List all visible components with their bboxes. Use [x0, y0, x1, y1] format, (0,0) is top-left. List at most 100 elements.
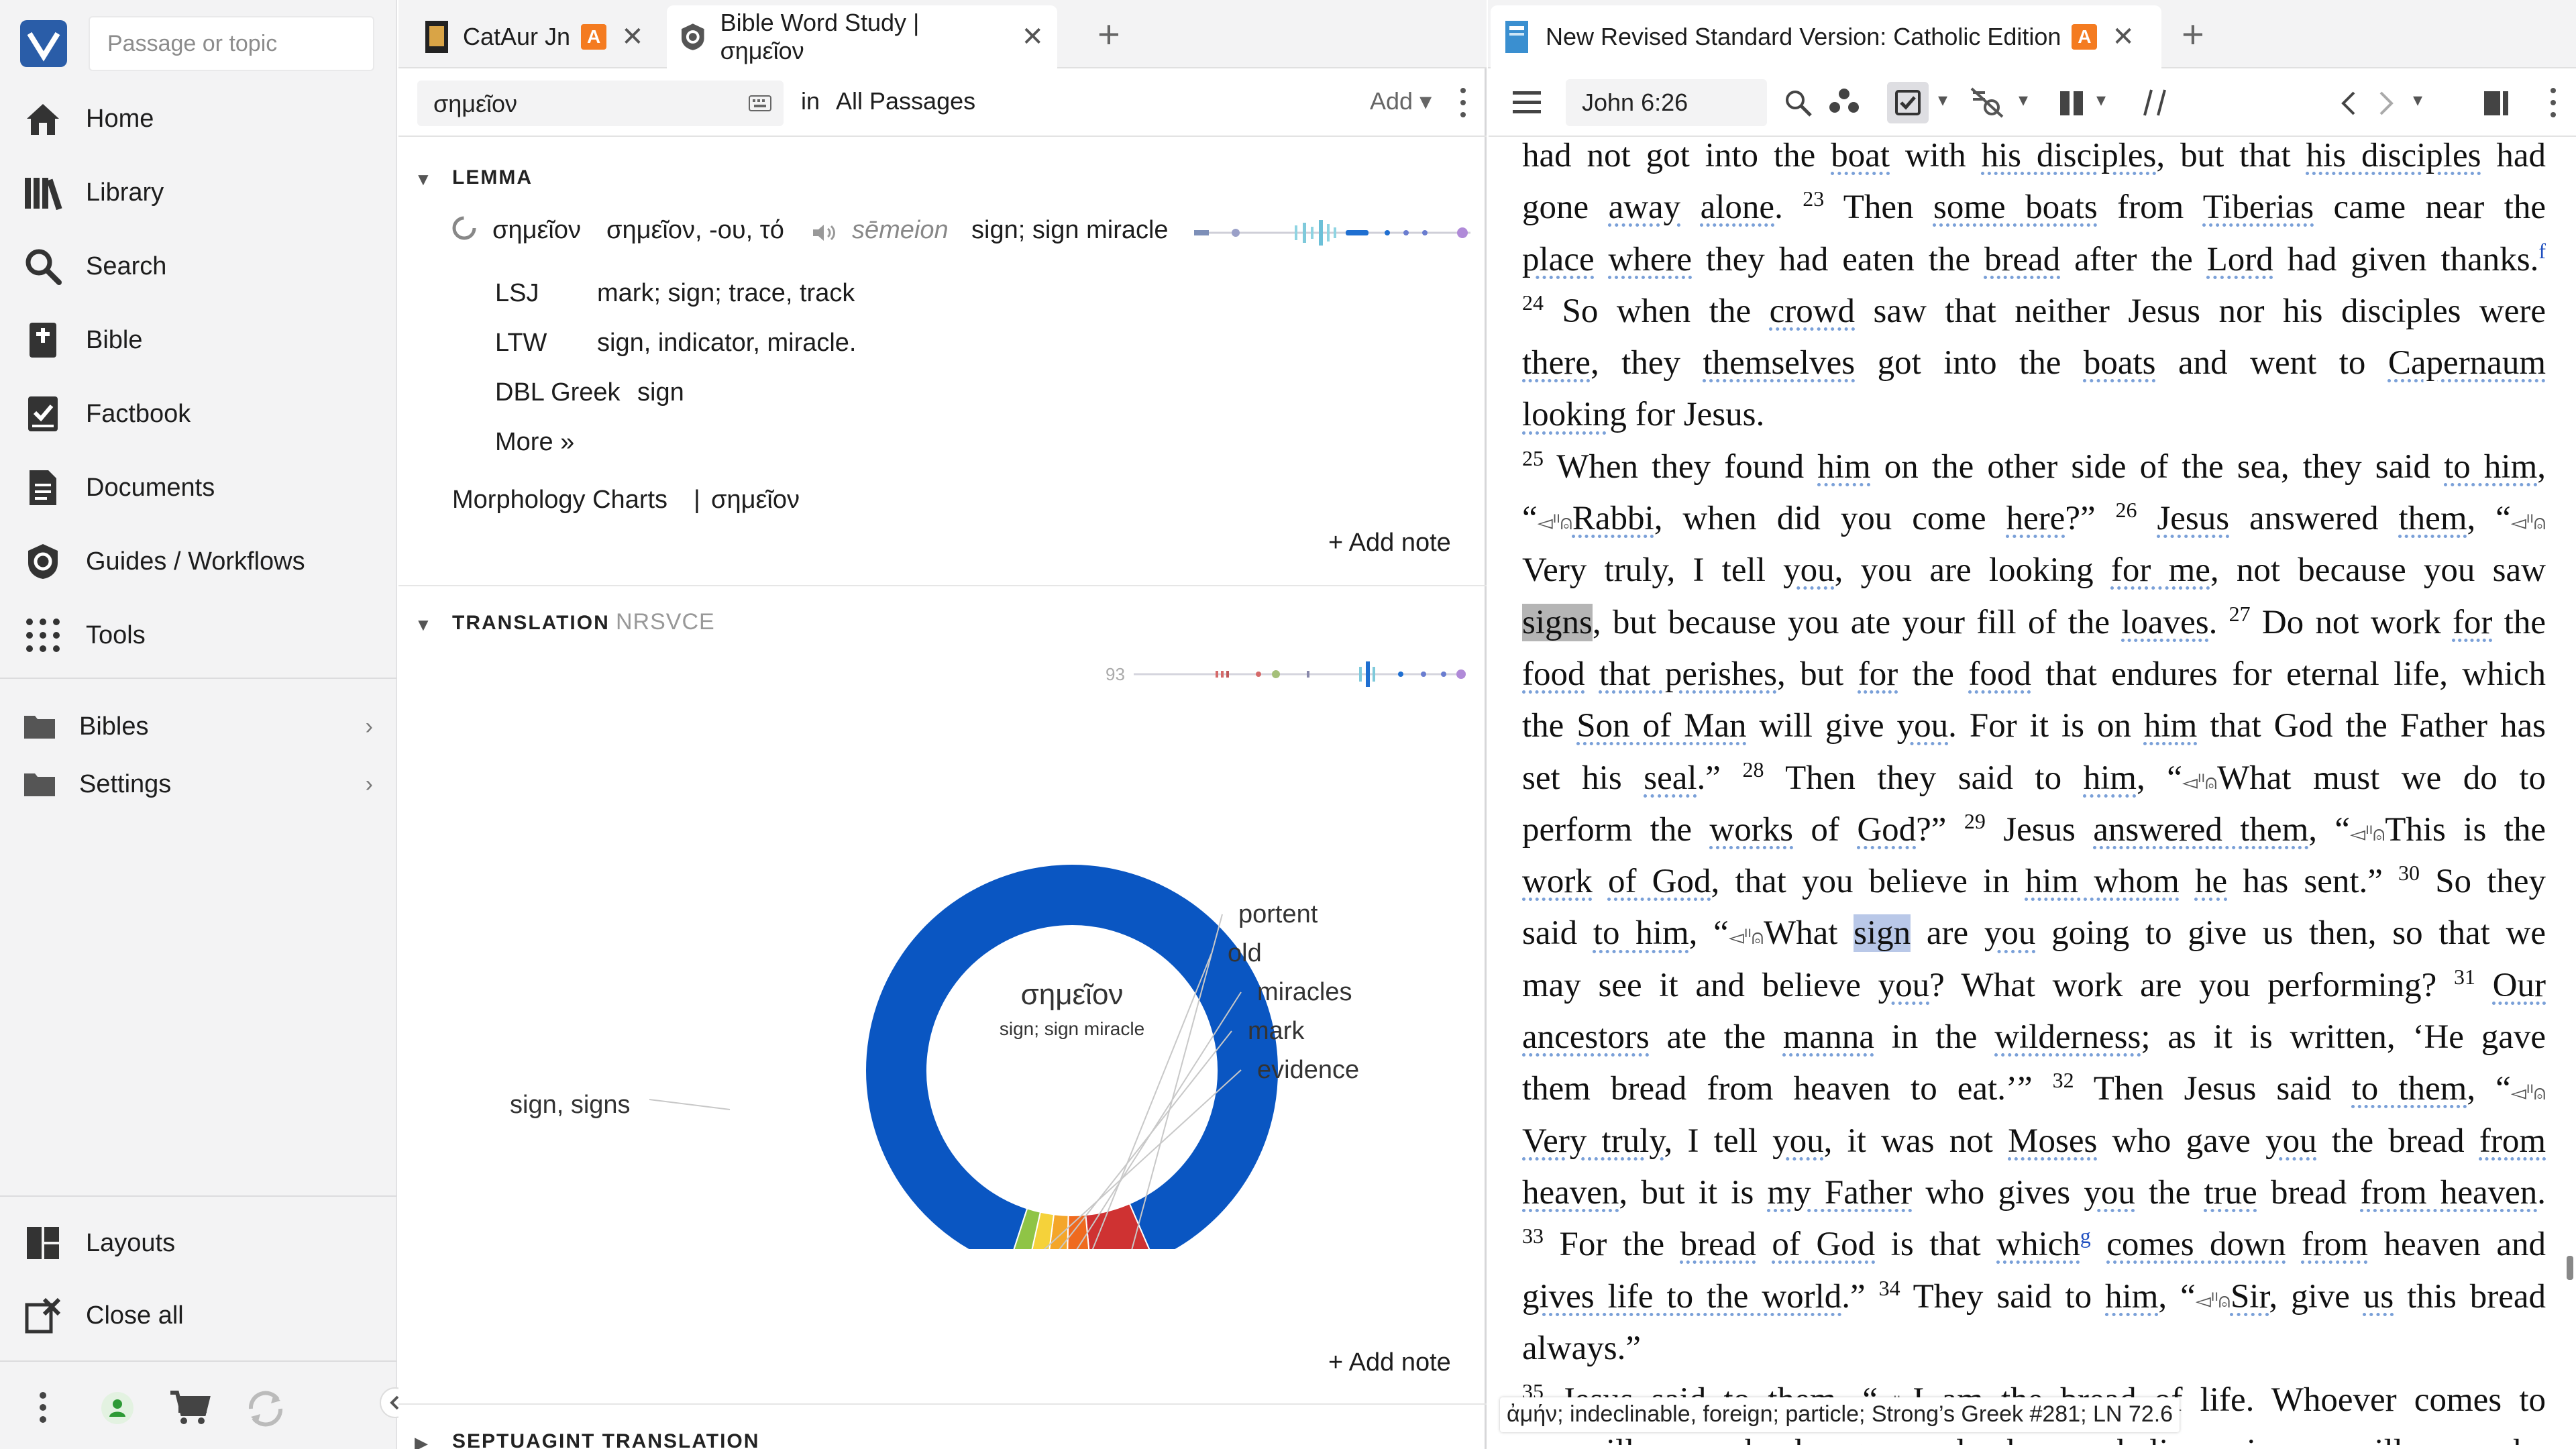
more-vertical-icon[interactable] — [39, 1391, 47, 1424]
donut-label[interactable]: miracles — [1257, 978, 1352, 1006]
tab-nrsvce[interactable]: New Revised Standard Version: Catholic E… — [1491, 5, 2161, 68]
linked-word[interactable]: bread — [1680, 1226, 1756, 1263]
linked-word[interactable]: him — [2144, 707, 2197, 745]
linked-word[interactable]: which — [1996, 1226, 2080, 1263]
sync-icon[interactable] — [244, 1389, 287, 1429]
text-run[interactable]: When they found — [1544, 448, 1817, 486]
text-run[interactable]: This is the — [2385, 811, 2546, 849]
linked-word[interactable]: you — [2084, 1174, 2135, 1212]
text-run[interactable]: of — [1793, 811, 1857, 849]
text-run[interactable]: perform the — [1522, 811, 1709, 849]
nav-folder-settings[interactable]: Settings › — [0, 747, 397, 821]
nav-item-factbook[interactable]: Factbook — [0, 377, 397, 451]
add-tab-icon[interactable]: + — [1097, 12, 1120, 57]
expand-septuagint-icon[interactable]: ▶ — [415, 1433, 428, 1449]
text-run[interactable]: So they — [2420, 863, 2546, 900]
linked-word[interactable]: here — [2006, 500, 2065, 537]
linked-word[interactable]: loaves — [2121, 604, 2208, 641]
passage-search-input[interactable]: Passage or topic — [89, 16, 374, 71]
linked-word[interactable]: bread — [1984, 241, 2060, 278]
people-icon[interactable] — [1828, 87, 1860, 118]
verse-number[interactable]: 24 — [1522, 290, 1544, 315]
audio-speaker-icon[interactable] — [812, 223, 837, 243]
linked-word[interactable]: comes down — [2106, 1226, 2286, 1263]
verse-number[interactable]: 26 — [2116, 498, 2137, 522]
text-run[interactable]: , but because you ate your fill of the — [1593, 604, 2121, 641]
text-run[interactable]: answered — [2229, 500, 2398, 537]
text-run[interactable]: What must we do to — [2217, 759, 2546, 797]
parallel-resources-icon[interactable] — [2142, 89, 2169, 117]
linked-word[interactable]: you — [2265, 1122, 2317, 1160]
verse-number[interactable]: 28 — [1742, 757, 1764, 782]
text-run[interactable]: Then — [1824, 189, 1933, 226]
text-run[interactable]: always.” — [1522, 1330, 1641, 1367]
linked-word[interactable]: you — [1783, 551, 1835, 589]
linked-word[interactable]: he — [2195, 863, 2227, 900]
morphology-charts-link[interactable]: Morphology Charts — [452, 486, 667, 515]
add-tab-icon[interactable]: + — [2182, 12, 2204, 57]
text-run[interactable] — [1595, 241, 1609, 278]
scope-dropdown[interactable]: All Passages — [836, 87, 975, 115]
text-run[interactable]: gone — [1522, 189, 1609, 226]
scrollbar-thumb[interactable] — [2567, 1256, 2573, 1280]
linked-word[interactable]: Son of Man — [1576, 707, 1746, 745]
text-run[interactable]: me will never be hungry, and whoever bel… — [1522, 1433, 2546, 1445]
text-run[interactable]: after the — [2060, 241, 2206, 278]
text-run[interactable] — [1756, 1226, 1772, 1263]
verse-number[interactable]: 25 — [1522, 446, 1544, 470]
linked-word[interactable]: my Father — [1768, 1174, 1913, 1212]
linked-word[interactable]: looking — [1522, 396, 1627, 433]
verse-number[interactable]: 32 — [2053, 1068, 2074, 1092]
donut-label[interactable]: sign, signs — [510, 1091, 631, 1119]
text-run[interactable]: , “ — [2467, 1070, 2510, 1108]
linked-word[interactable]: to them — [2352, 1070, 2467, 1108]
text-run[interactable]: ?” — [1916, 811, 1964, 849]
highlighted-word[interactable]: signs — [1522, 603, 1593, 641]
text-run[interactable]: are — [1911, 914, 1984, 952]
nav-item-tools[interactable]: Tools — [0, 598, 397, 672]
text-run[interactable]: the — [2492, 604, 2546, 641]
text-run[interactable]: is that — [1875, 1226, 1996, 1263]
speaker-label-icon[interactable]: ◅ᴵᴵ⍝ — [2350, 822, 2385, 846]
speaker-label-icon[interactable]: ◅ᴵᴵ⍝ — [1729, 926, 1764, 949]
text-run[interactable]: has sent.” — [2227, 863, 2398, 900]
text-run[interactable]: , that you believe in — [1711, 863, 2025, 900]
text-run[interactable]: Then they said to — [1764, 759, 2083, 797]
text-run[interactable]: . — [2209, 604, 2229, 641]
text-run[interactable]: the — [1898, 655, 1968, 693]
text-run[interactable] — [2180, 863, 2195, 900]
search-icon[interactable] — [1784, 89, 1812, 117]
linked-word[interactable]: works — [1709, 811, 1793, 849]
morphology-word-link[interactable]: σημεῖον — [711, 486, 800, 515]
more-vertical-icon[interactable] — [1460, 87, 1466, 118]
linked-word[interactable]: manna — [1783, 1018, 1874, 1056]
linked-word[interactable]: Capernaum — [2388, 344, 2546, 382]
linked-word[interactable]: true — [2204, 1174, 2257, 1212]
text-run[interactable]: will give — [1747, 707, 1897, 745]
linked-word[interactable]: to him — [1593, 914, 1689, 952]
definition-source-lsj[interactable]: LSJ — [495, 279, 539, 308]
text-run[interactable] — [1680, 189, 1700, 226]
text-run[interactable]: and went to — [2156, 344, 2388, 382]
linked-word[interactable]: Lord — [2207, 241, 2273, 278]
verse-number[interactable]: 30 — [2398, 861, 2420, 885]
collapse-translation-icon[interactable]: ▼ — [415, 614, 432, 635]
cart-icon[interactable] — [169, 1390, 211, 1426]
verse-number[interactable]: 23 — [1803, 186, 1824, 211]
linked-word[interactable]: to him — [2444, 448, 2537, 486]
text-run[interactable]: , — [2537, 448, 2546, 486]
text-run[interactable]: got into the — [1855, 344, 2084, 382]
text-run[interactable]: They said to — [1900, 1278, 2105, 1316]
add-note-button[interactable]: + Add note — [1328, 1348, 1451, 1377]
text-run[interactable]: , give — [2269, 1278, 2363, 1316]
text-run[interactable] — [1593, 863, 1608, 900]
layouts-button[interactable]: Layouts — [0, 1206, 397, 1280]
linked-word[interactable]: boats — [2084, 344, 2156, 382]
panel-layout-icon[interactable] — [2483, 90, 2510, 117]
text-run[interactable]: saw that neither Jesus nor his disciples… — [1855, 292, 2546, 330]
text-run[interactable]: this bread — [2394, 1278, 2546, 1316]
linked-word[interactable]: that perishes — [1599, 655, 1777, 693]
linked-word[interactable]: place — [1522, 241, 1595, 278]
linked-word[interactable]: for me — [2111, 551, 2210, 589]
text-run[interactable]: What — [1764, 914, 1854, 952]
